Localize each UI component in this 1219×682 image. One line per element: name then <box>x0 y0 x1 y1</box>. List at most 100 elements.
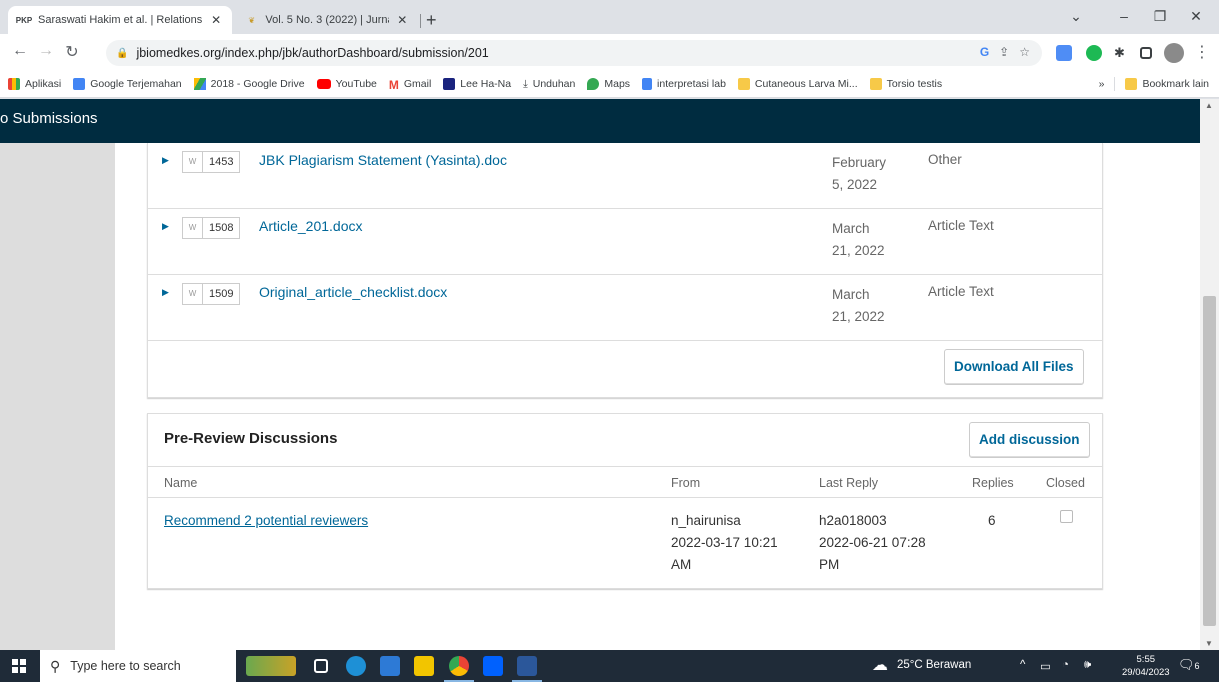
weather-cloud-icon: ☁ <box>872 657 888 674</box>
scroll-down-arrow-icon[interactable]: ▼ <box>1205 639 1213 648</box>
file-name-link[interactable]: JBK Plagiarism Statement (Yasinta).doc <box>259 152 507 168</box>
bookmark-maps[interactable]: Maps <box>587 77 631 90</box>
address-bar[interactable]: 🔒 jbiomedkes.org/index.php/jbk/authorDas… <box>106 40 1042 66</box>
file-name-link[interactable]: Original_article_checklist.docx <box>259 284 447 300</box>
store-icon[interactable] <box>380 656 400 676</box>
bookmark-cutaneous[interactable]: Cutaneous Larva Mi... <box>737 77 858 90</box>
tab-search-chevron-icon[interactable]: ⌄ <box>1066 8 1086 25</box>
extensions-puzzle-icon[interactable]: ✱ <box>1114 45 1130 61</box>
taskbar-search[interactable]: ⚲ Type here to search <box>40 650 236 682</box>
tab-strip: PKP Saraswati Hakim et al. | Relations ✕… <box>0 0 1219 34</box>
bookmark-gmail[interactable]: M Gmail <box>389 78 431 92</box>
task-view-icon[interactable] <box>314 659 328 673</box>
discussion-closed-checkbox[interactable] <box>1060 510 1073 523</box>
lock-icon[interactable]: 🔒 <box>116 48 128 59</box>
bookmark-label: Lee Ha-Na <box>460 77 512 90</box>
notification-center-icon[interactable]: 🗨6 <box>1178 657 1200 673</box>
side-panel-icon[interactable] <box>1140 47 1152 59</box>
word-file-icon: W <box>182 283 202 305</box>
expand-arrow-icon[interactable]: ▶ <box>162 287 169 298</box>
pkp-favicon-icon: PKP <box>15 15 33 25</box>
word-icon[interactable] <box>517 656 537 676</box>
notification-count: 6 <box>1194 661 1200 671</box>
chrome-icon[interactable] <box>449 656 469 676</box>
file-type: Article Text <box>928 284 994 299</box>
bookmark-star-icon[interactable]: ☆ <box>1019 45 1030 59</box>
download-all-files-button[interactable]: Download All Files <box>944 349 1084 385</box>
profile-avatar[interactable] <box>1164 43 1184 63</box>
bookmark-interpretasi-lab[interactable]: interpretasi lab <box>642 77 726 90</box>
close-window-button[interactable]: ✕ <box>1186 8 1206 25</box>
left-margin <box>0 143 115 650</box>
minimize-button[interactable]: – <box>1114 8 1134 24</box>
page-scrollbar[interactable]: ▲ ▼ <box>1200 99 1219 650</box>
menu-kebab-icon[interactable]: ⋮ <box>1192 42 1212 62</box>
file-explorer-icon[interactable] <box>414 656 434 676</box>
search-icon: ⚲ <box>50 657 61 674</box>
dropbox-icon[interactable] <box>483 656 503 676</box>
back-to-submissions-link[interactable]: o Submissions <box>0 110 98 127</box>
main-content: ▶ W 1453 JBK Plagiarism Statement (Yasin… <box>115 143 1200 650</box>
scroll-up-arrow-icon[interactable]: ▲ <box>1205 101 1213 110</box>
bookmark-overflow-button[interactable]: » <box>1099 78 1105 90</box>
bookmark-youtube[interactable]: YouTube <box>316 77 377 90</box>
discussion-replies-count: 6 <box>988 513 996 528</box>
file-row: ▶ W 1509 Original_article_checklist.docx… <box>148 275 1102 341</box>
taskbar-clock[interactable]: 5:55 29/04/2023 <box>1122 653 1170 679</box>
back-button[interactable]: ← <box>10 42 30 60</box>
tab-jurnal[interactable]: ❦ Vol. 5 No. 3 (2022) | Jurnal Biome ✕ <box>236 6 418 34</box>
new-tab-button[interactable]: + <box>426 10 437 31</box>
other-bookmarks[interactable]: Bookmark lain <box>1142 78 1209 90</box>
weather-text[interactable]: 25°C Berawan <box>897 659 971 671</box>
discussion-last-reply: h2a018003 2022-06-21 07:28 PM <box>819 513 926 572</box>
bookmark-unduhan[interactable]: ⤓ Unduhan <box>523 78 575 90</box>
battery-icon[interactable]: ▭ <box>1040 659 1051 673</box>
bookmark-label: Aplikasi <box>25 77 62 90</box>
bookmarks-bar: Aplikasi Google Terjemahan 2018 - Google… <box>0 70 1219 98</box>
translate-extension-icon[interactable] <box>1056 45 1072 61</box>
close-tab-icon[interactable]: ✕ <box>395 13 410 27</box>
close-tab-icon[interactable]: ✕ <box>208 13 224 27</box>
bookmark-google-terjemahan[interactable]: Google Terjemahan <box>73 77 182 90</box>
google-lens-icon[interactable]: G <box>980 45 989 59</box>
edge-browser-icon[interactable] <box>346 656 366 676</box>
pre-review-discussions-panel: Pre-Review Discussions Add discussion Na… <box>147 413 1103 589</box>
bookmark-aplikasi[interactable]: Aplikasi <box>8 77 62 90</box>
tab-pkp[interactable]: PKP Saraswati Hakim et al. | Relations ✕ <box>8 6 232 34</box>
bookmark-google-drive[interactable]: 2018 - Google Drive <box>193 77 305 90</box>
bookmark-lee-ha-na[interactable]: Lee Ha-Na <box>443 77 512 90</box>
bookmark-label: Cutaneous Larva Mi... <box>754 77 858 90</box>
maps-icon <box>587 77 600 90</box>
windows-start-icon[interactable] <box>12 659 26 673</box>
translate-icon <box>73 77 86 90</box>
green-extension-icon[interactable] <box>1086 45 1102 61</box>
discussion-from: n_hairunisa 2022-03-17 10:21 AM <box>671 513 778 572</box>
tray-overflow-chevron-icon[interactable]: ^ <box>1020 659 1025 671</box>
share-icon[interactable]: ⇪ <box>999 45 1009 59</box>
clock-time: 5:55 <box>1136 654 1156 665</box>
network-icon[interactable]: ◔ <box>1062 659 1069 671</box>
column-replies: Replies <box>972 476 1014 490</box>
volume-icon[interactable]: 🕪 <box>1084 659 1091 672</box>
bookmark-torsio-testis[interactable]: Torsio testis <box>869 77 942 90</box>
add-discussion-button[interactable]: Add discussion <box>969 422 1090 458</box>
bookmark-label: Maps <box>604 77 631 90</box>
maximize-button[interactable]: ❐ <box>1150 8 1170 25</box>
page-viewport: o Submissions ▶ W 1453 JBK Plagiarism St… <box>0 99 1219 650</box>
expand-arrow-icon[interactable]: ▶ <box>162 155 169 166</box>
forward-button[interactable]: → <box>36 42 56 60</box>
bookmark-label: interpretasi lab <box>657 77 726 90</box>
news-widget-icon[interactable] <box>246 656 296 676</box>
discussion-link[interactable]: Recommend 2 potential reviewers <box>164 510 368 532</box>
bookmark-divider <box>1114 77 1116 91</box>
file-id: 1508 <box>202 217 241 239</box>
file-name-link[interactable]: Article_201.docx <box>259 218 363 234</box>
url-text: jbiomedkes.org/index.php/jbk/authorDashb… <box>136 46 489 60</box>
file-date: March 21, 2022 <box>832 287 885 324</box>
expand-arrow-icon[interactable]: ▶ <box>162 221 169 232</box>
reload-button[interactable]: ↻ <box>62 42 82 62</box>
scrollbar-thumb[interactable] <box>1203 296 1216 626</box>
column-closed: Closed <box>1046 476 1085 490</box>
browser-toolbar: ← → ↻ 🔒 jbiomedkes.org/index.php/jbk/aut… <box>0 34 1219 70</box>
bookmark-label: YouTube <box>335 77 377 90</box>
